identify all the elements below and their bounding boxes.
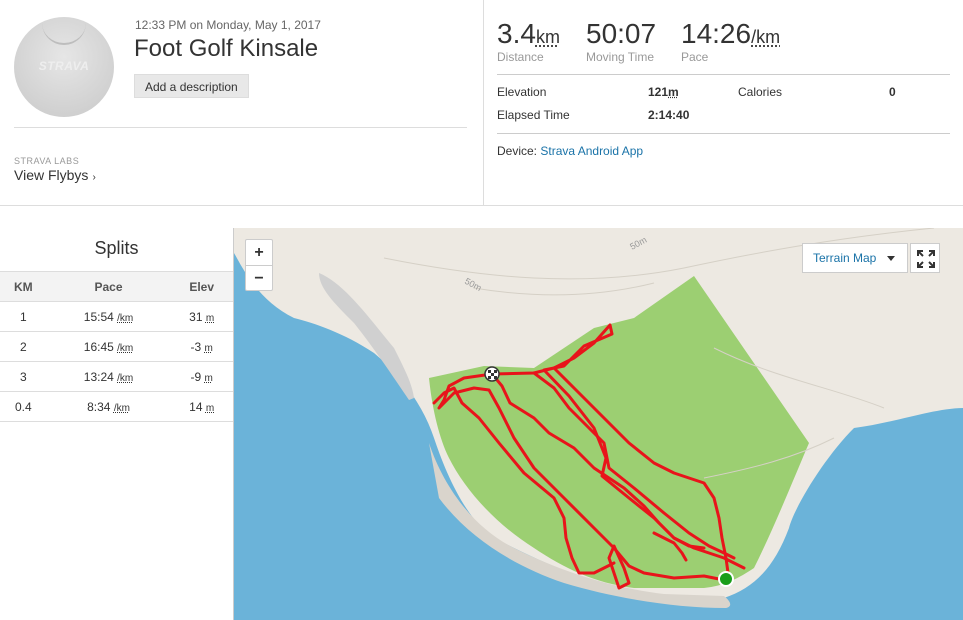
device-label: Device: [497,144,538,158]
split-km: 3 [0,361,47,392]
view-flybys-label: View Flybys [14,167,89,183]
elevation-value: 121m [648,85,679,99]
pace-label: Pace [681,50,709,64]
moving-time-label: Moving Time [586,50,655,64]
splits-panel: Splits KM Pace Elev 1 15:54 /km 31 m 2 1… [0,228,233,620]
activity-title: Foot Golf Kinsale [134,35,319,62]
splits-table: KM Pace Elev 1 15:54 /km 31 m 2 16:45 /k… [0,271,233,422]
zoom-out-button[interactable]: − [246,265,272,290]
split-elev-unit: m [204,372,213,384]
distance-value: 3.4 [497,18,536,49]
caret-down-icon [887,256,895,261]
split-pace: 15:54 /km [46,301,171,332]
split-pace-unit: /km [113,402,130,414]
strava-labs-label: STRAVA LABS [14,156,80,166]
col-km: KM [0,271,47,302]
fullscreen-button[interactable] [910,243,940,273]
map-canvas[interactable]: 50m 50m [234,228,963,620]
route-map[interactable]: 50m 50m + − Terrain Map [233,228,963,620]
divider [14,127,467,128]
view-flybys-link[interactable]: View Flybys › [14,167,96,183]
split-elev-value: 14 [189,399,203,414]
stats-divider-2 [497,133,950,134]
split-km: 2 [0,331,47,362]
split-km: 1 [0,301,47,332]
pace-value: 14:26 [681,18,752,49]
table-row: 0.4 8:34 /km 14 m [0,391,233,422]
activity-datetime: 12:33 PM on Monday, May 1, 2017 [135,18,321,32]
split-elev-unit: m [204,342,213,354]
device-info: Device: Strava Android App [497,144,643,158]
split-pace: 13:24 /km [46,361,171,392]
split-km: 0.4 [0,391,47,422]
split-pace-value: 13:24 [83,369,114,384]
map-layer-select[interactable]: Terrain Map [802,243,908,273]
stat-distance: 3.4km Distance [497,18,560,64]
split-pace-value: 16:45 [83,339,114,354]
splits-title: Splits [94,238,139,258]
split-elev-value: 31 [189,309,203,324]
calories-value: 0 [889,85,896,99]
start-marker-icon[interactable] [718,571,734,587]
split-pace: 16:45 /km [46,331,171,362]
zoom-in-button[interactable]: + [246,240,272,265]
vertical-divider [483,0,484,205]
zoom-control: + − [245,239,273,291]
avatar-collar [42,19,86,45]
splits-header-row: KM Pace Elev [0,271,233,302]
elevation-label: Elevation [497,85,547,99]
pace-unit: /km [751,27,781,47]
elapsed-time-value: 2:14:40 [648,108,690,122]
elevation-number: 121 [648,85,669,99]
split-elev: 31 m [170,301,233,332]
chevron-right-icon: › [92,172,96,183]
split-elev: 14 m [170,391,233,422]
stats-divider [497,74,950,75]
elevation-unit: m [668,85,679,99]
table-row: 2 16:45 /km -3 m [0,331,233,362]
distance-label: Distance [497,50,544,64]
moving-time-value: 50:07 [586,18,657,49]
split-elev-value: -9 [190,369,202,384]
stat-pace: 14:26/km Pace [681,18,780,64]
table-row: 3 13:24 /km -9 m [0,361,233,392]
elapsed-time-label: Elapsed Time [497,108,570,122]
avatar[interactable]: STRAVA [14,17,114,117]
split-elev: -3 m [170,331,233,362]
split-pace-value: 8:34 [87,399,111,414]
col-pace: Pace [46,271,171,302]
distance-unit: km [535,27,560,47]
split-pace-unit: /km [117,342,134,354]
split-pace-unit: /km [117,312,134,324]
col-elev: Elev [170,271,233,302]
split-pace-unit: /km [117,372,134,384]
device-link[interactable]: Strava Android App [540,144,643,158]
split-elev: -9 m [170,361,233,392]
fullscreen-icon [917,250,935,268]
calories-label: Calories [738,85,783,99]
stat-moving-time: 50:07 Moving Time [586,18,656,64]
activity-header: STRAVA 12:33 PM on Monday, May 1, 2017 F… [0,0,963,206]
map-layer-label: Terrain Map [813,251,877,265]
split-pace-value: 15:54 [83,309,114,324]
add-description-button[interactable]: Add a description [134,74,249,98]
split-pace: 8:34 /km [46,391,171,422]
avatar-logo: STRAVA [38,59,90,73]
split-elev-unit: m [205,402,215,414]
table-row: 1 15:54 /km 31 m [0,301,233,332]
split-elev-value: -3 [190,339,202,354]
split-elev-unit: m [205,312,215,324]
